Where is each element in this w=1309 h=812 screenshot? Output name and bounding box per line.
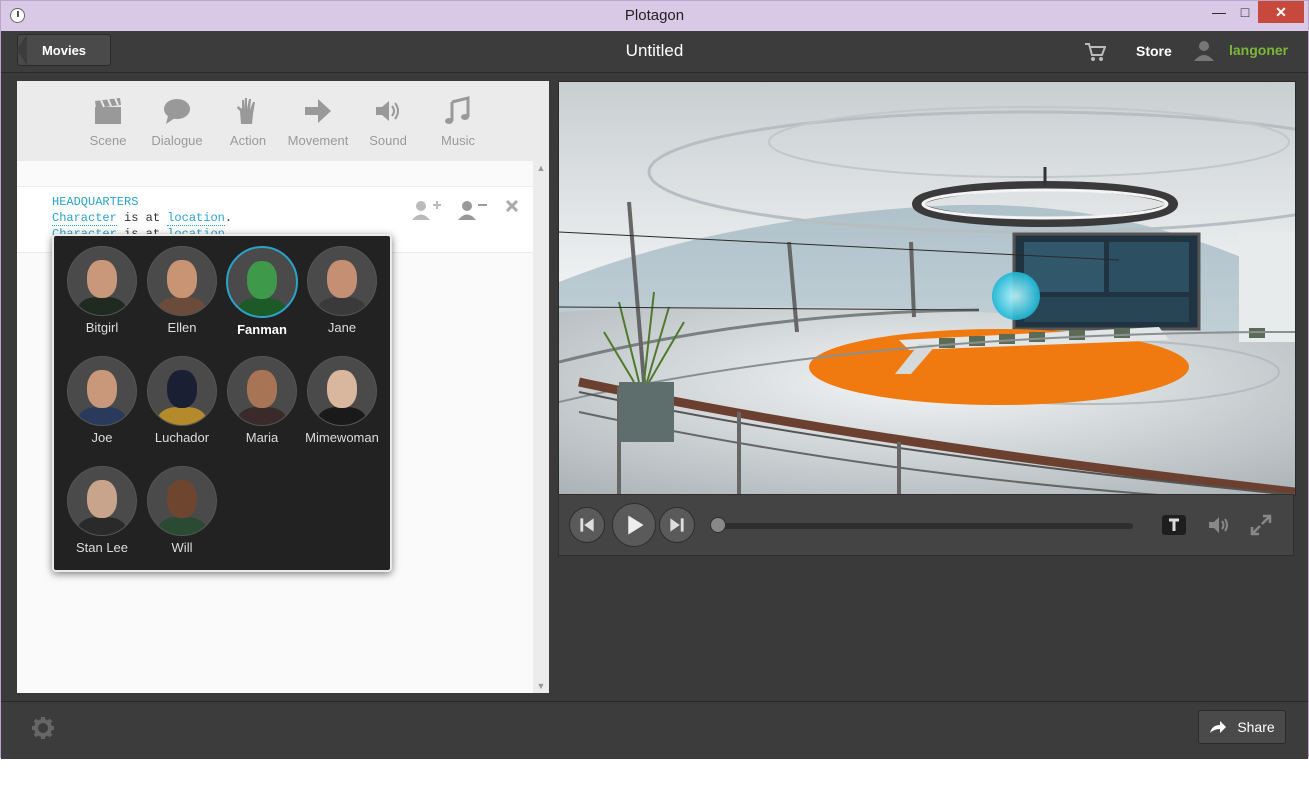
sound-tool-button[interactable]: Sound	[353, 95, 423, 148]
character-avatar	[147, 356, 217, 426]
character-option[interactable]: Ellen	[142, 246, 222, 335]
script-line[interactable]: Character is at location.	[52, 211, 232, 226]
speech-bubble-icon	[164, 99, 190, 124]
character-name: Bitgirl	[85, 320, 119, 335]
character-option[interactable]: Stan Lee	[62, 466, 142, 555]
app-window: Plotagon — □ ✕ Movies Untitled Store lan…	[0, 0, 1309, 759]
character-name: Joe	[91, 430, 113, 445]
timeline-track[interactable]	[717, 523, 1133, 529]
character-option[interactable]: Will	[142, 466, 222, 555]
top-bar: Movies Untitled Store langoner	[1, 31, 1308, 73]
character-name: Will	[171, 540, 193, 555]
share-label: Share	[1237, 719, 1275, 735]
scene-preview	[558, 81, 1296, 496]
character-option[interactable]: Jane	[302, 246, 382, 335]
character-avatar	[147, 246, 217, 316]
character-avatar	[226, 246, 298, 318]
user-icon	[1194, 41, 1214, 61]
location-header[interactable]: HEADQUARTERS	[52, 195, 138, 209]
window-title: Plotagon	[624, 7, 685, 24]
music-note-icon	[445, 96, 470, 124]
add-character-icon[interactable]	[411, 199, 441, 226]
character-name: Stan Lee	[75, 540, 129, 555]
share-button[interactable]: Share	[1198, 710, 1286, 744]
sound-tool-label: Sound	[369, 133, 407, 148]
store-label: Store	[1136, 43, 1172, 59]
character-option[interactable]: Maria	[222, 356, 302, 445]
location-slot[interactable]: location	[167, 211, 225, 226]
music-tool-label: Music	[441, 133, 475, 148]
character-avatar	[67, 246, 137, 316]
fullscreen-icon[interactable]	[1250, 514, 1272, 541]
character-picker-popup: Bitgirl Ellen Fanman Jane Joe Luchador Maria Mi…	[52, 234, 392, 572]
play-button[interactable]	[612, 503, 656, 547]
character-name: Fanman	[237, 322, 287, 337]
music-tool-button[interactable]: Music	[423, 95, 493, 148]
character-name: Jane	[327, 320, 357, 335]
headquarters-scene-image	[559, 82, 1295, 495]
character-avatar	[227, 356, 297, 426]
character-name: Ellen	[167, 320, 197, 335]
volume-icon[interactable]	[1207, 514, 1231, 541]
skip-forward-icon	[670, 518, 684, 532]
close-window-button[interactable]: ✕	[1258, 1, 1304, 23]
skip-back-icon	[580, 518, 594, 532]
character-avatar	[307, 246, 377, 316]
hand-icon	[237, 98, 255, 124]
scene-tool-button[interactable]: Scene	[73, 95, 143, 148]
character-avatar	[307, 356, 377, 426]
scene-tool-label: Scene	[89, 133, 127, 148]
script-toolbar: Scene Dialogue Action Movement Sound Mus…	[17, 81, 549, 162]
delete-block-icon[interactable]	[505, 199, 519, 218]
subtitles-icon[interactable]	[1161, 514, 1187, 541]
arrow-right-icon	[305, 99, 331, 123]
settings-gear-icon[interactable]	[31, 716, 55, 745]
action-tool-label: Action	[229, 133, 267, 148]
previous-button[interactable]	[569, 507, 605, 543]
character-slot[interactable]: Character	[52, 211, 117, 226]
timeline-scrubber[interactable]	[710, 517, 726, 533]
cart-icon	[1084, 42, 1107, 61]
character-option[interactable]: Joe	[62, 356, 142, 445]
movement-tool-label: Movement	[287, 133, 349, 148]
next-button[interactable]	[659, 507, 695, 543]
clapperboard-icon	[95, 97, 121, 124]
store-button[interactable]: Store	[1084, 39, 1172, 63]
character-name: Mimewoman	[305, 430, 379, 445]
speaker-icon	[376, 101, 399, 121]
character-avatar	[67, 356, 137, 426]
maximize-button[interactable]: □	[1232, 1, 1258, 23]
minimize-button[interactable]: —	[1206, 1, 1232, 23]
scroll-down-icon[interactable]: ▼	[536, 681, 546, 691]
action-tool-button[interactable]: Action	[213, 95, 283, 148]
playback-controls	[558, 494, 1294, 556]
character-option[interactable]: Mimewoman	[302, 356, 382, 445]
character-option[interactable]: Bitgirl	[62, 246, 142, 335]
bottom-bar: Share	[1, 701, 1308, 759]
script-scrollbar[interactable]: ▲ ▼	[533, 161, 549, 693]
username: langoner	[1229, 42, 1289, 58]
character-option[interactable]: Luchador	[142, 356, 222, 445]
character-name: Maria	[245, 430, 279, 445]
dialogue-tool-label: Dialogue	[151, 133, 203, 148]
user-menu[interactable]: langoner	[1193, 39, 1288, 61]
character-avatar	[67, 466, 137, 536]
character-avatar	[147, 466, 217, 536]
play-icon	[628, 515, 644, 535]
movement-tool-button[interactable]: Movement	[283, 95, 353, 148]
share-arrow-icon	[1210, 721, 1227, 733]
title-bar: Plotagon — □ ✕	[1, 1, 1308, 31]
scroll-up-icon[interactable]: ▲	[536, 163, 546, 173]
remove-character-icon[interactable]	[457, 199, 487, 226]
character-option[interactable]: Fanman	[222, 246, 302, 337]
dialogue-tool-button[interactable]: Dialogue	[142, 95, 212, 148]
character-name: Luchador	[154, 430, 210, 445]
